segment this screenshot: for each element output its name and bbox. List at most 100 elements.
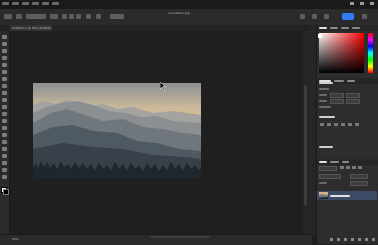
tab-swatches[interactable] bbox=[330, 27, 338, 29]
document-title: mountains.jpg bbox=[168, 11, 190, 15]
magic-wand-icon[interactable] bbox=[2, 56, 7, 60]
mountain-photo bbox=[33, 83, 201, 179]
width-field[interactable] bbox=[330, 93, 344, 98]
align-horizontal-centers-icon[interactable] bbox=[327, 123, 331, 126]
properties-row bbox=[319, 88, 329, 90]
color-swatch-icon[interactable] bbox=[318, 34, 322, 38]
cloud-icon[interactable] bbox=[362, 14, 367, 19]
zoom-icon[interactable] bbox=[2, 168, 7, 172]
move-icon[interactable] bbox=[2, 35, 7, 39]
opacity-field[interactable] bbox=[350, 174, 368, 179]
filter-pixel-icon[interactable] bbox=[340, 166, 344, 169]
share-button[interactable] bbox=[342, 13, 354, 20]
color-field[interactable] bbox=[319, 33, 364, 73]
vertical-scroll-thumb[interactable] bbox=[304, 85, 307, 205]
workspace-icon[interactable] bbox=[312, 14, 317, 19]
filter-shape-icon[interactable] bbox=[358, 166, 362, 169]
learn-icon[interactable] bbox=[324, 14, 329, 19]
align-right-icon[interactable] bbox=[76, 14, 81, 19]
canvas-image[interactable] bbox=[33, 83, 201, 179]
horizontal-scroll-thumb[interactable] bbox=[150, 236, 210, 238]
dodge-icon[interactable] bbox=[2, 126, 7, 130]
minimize-icon[interactable] bbox=[350, 2, 354, 5]
clone-stamp-icon[interactable] bbox=[2, 91, 7, 95]
menu-item[interactable] bbox=[12, 2, 19, 5]
new-layer-icon[interactable] bbox=[365, 238, 368, 241]
rectangle-icon[interactable] bbox=[2, 154, 7, 158]
group-icon[interactable] bbox=[358, 238, 361, 241]
maximize-icon[interactable] bbox=[360, 2, 364, 5]
tab-adjustments[interactable] bbox=[334, 80, 344, 82]
filter-adjustment-icon[interactable] bbox=[346, 166, 350, 169]
y-field[interactable] bbox=[346, 99, 360, 104]
menu-item[interactable] bbox=[32, 2, 39, 5]
tab-gradients[interactable] bbox=[341, 27, 349, 29]
gradient-icon[interactable] bbox=[2, 112, 7, 116]
align-left-icon[interactable] bbox=[62, 14, 67, 19]
fx-icon[interactable] bbox=[337, 238, 340, 241]
blur-icon[interactable] bbox=[2, 119, 7, 123]
move-tool-icon[interactable] bbox=[16, 14, 22, 19]
options-bar: mountains.jpg bbox=[0, 9, 378, 26]
eyedropper-icon[interactable] bbox=[2, 70, 7, 74]
edit-toolbar-icon[interactable] bbox=[2, 175, 7, 179]
more-options-icon[interactable] bbox=[96, 14, 101, 19]
type-icon[interactable] bbox=[2, 140, 7, 144]
tab-paths[interactable] bbox=[342, 161, 349, 163]
x-field[interactable] bbox=[330, 99, 344, 104]
background-color-swatch[interactable] bbox=[3, 189, 9, 195]
hue-slider[interactable] bbox=[368, 33, 373, 73]
eraser-icon[interactable] bbox=[2, 105, 7, 109]
align-section-heading bbox=[319, 116, 335, 118]
height-field[interactable] bbox=[346, 93, 360, 98]
tab-libraries[interactable] bbox=[347, 80, 355, 82]
align-right-edges-icon[interactable] bbox=[334, 123, 338, 126]
crop-icon[interactable] bbox=[2, 63, 7, 67]
marquee-icon[interactable] bbox=[2, 42, 7, 46]
align-vertical-centers-icon[interactable] bbox=[348, 123, 352, 126]
layers-footer bbox=[330, 238, 376, 241]
tab-channels[interactable] bbox=[330, 161, 339, 163]
tab-color[interactable] bbox=[319, 27, 327, 29]
transform-controls-option[interactable] bbox=[50, 14, 58, 19]
menu-item[interactable] bbox=[2, 2, 9, 5]
filter-type-icon[interactable] bbox=[352, 166, 356, 169]
zoom-level[interactable]: 50% bbox=[12, 237, 19, 241]
mask-icon[interactable] bbox=[344, 238, 347, 241]
align-top-edges-icon[interactable] bbox=[341, 123, 345, 126]
menu-item[interactable] bbox=[52, 2, 59, 5]
menu-bar bbox=[2, 2, 62, 6]
properties-row bbox=[319, 94, 327, 96]
auto-select-option[interactable] bbox=[26, 14, 46, 19]
layers-panel-tabs bbox=[317, 159, 378, 165]
history-brush-icon[interactable] bbox=[2, 98, 7, 102]
align-left-edges-icon[interactable] bbox=[320, 123, 324, 126]
blend-mode-select[interactable] bbox=[319, 174, 341, 179]
properties-section-heading bbox=[319, 82, 333, 84]
adjustment-layer-icon[interactable] bbox=[351, 238, 354, 241]
healing-brush-icon[interactable] bbox=[2, 77, 7, 81]
layer-name bbox=[330, 195, 350, 197]
3d-mode-option[interactable] bbox=[110, 14, 124, 19]
delete-layer-icon[interactable] bbox=[372, 238, 375, 241]
home-icon[interactable] bbox=[4, 14, 12, 19]
distribute-icon[interactable] bbox=[86, 14, 91, 19]
align-center-icon[interactable] bbox=[69, 14, 74, 19]
align-bottom-edges-icon[interactable] bbox=[355, 123, 359, 126]
link-layers-icon[interactable] bbox=[330, 238, 333, 241]
menu-item[interactable] bbox=[42, 2, 49, 5]
tab-patterns[interactable] bbox=[352, 27, 360, 29]
mouse-cursor-icon bbox=[160, 82, 166, 91]
lasso-icon[interactable] bbox=[2, 49, 7, 53]
layer-filter-field[interactable] bbox=[319, 166, 337, 171]
tab-layers[interactable] bbox=[319, 161, 327, 163]
search-icon[interactable] bbox=[300, 14, 305, 19]
hand-icon[interactable] bbox=[2, 161, 7, 165]
brush-icon[interactable] bbox=[2, 84, 7, 88]
menu-item[interactable] bbox=[22, 2, 29, 5]
properties-row bbox=[319, 106, 331, 108]
fill-field[interactable] bbox=[350, 181, 368, 186]
pen-icon[interactable] bbox=[2, 133, 7, 137]
path-selection-icon[interactable] bbox=[2, 147, 7, 151]
close-icon[interactable] bbox=[370, 2, 374, 5]
